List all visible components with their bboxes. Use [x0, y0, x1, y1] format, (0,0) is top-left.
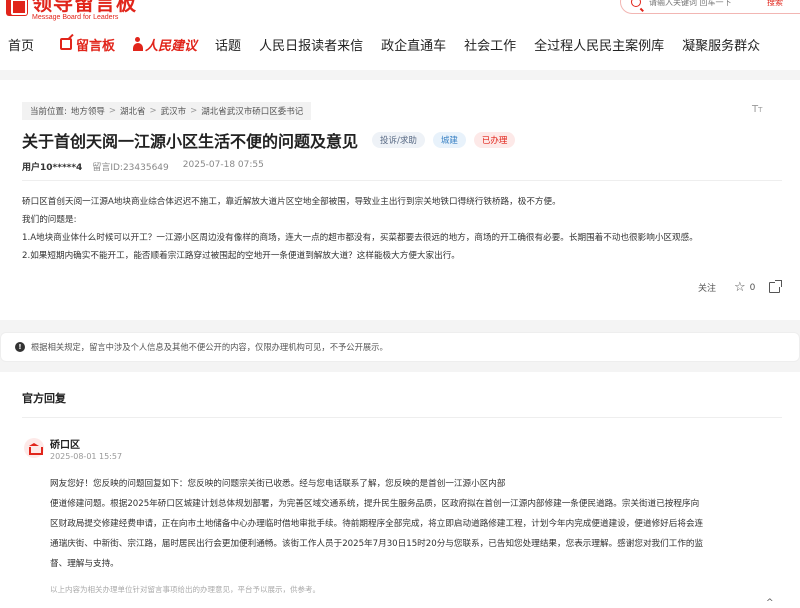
- nav-democracy-cases[interactable]: 全过程人民民主案例库: [534, 35, 664, 54]
- search-input[interactable]: [649, 0, 759, 7]
- nav-democracy-cases-label: 全过程人民民主案例库: [534, 38, 665, 54]
- breadcrumb-separator: >: [149, 106, 157, 116]
- nav-topics[interactable]: 话题: [215, 35, 241, 54]
- breadcrumb-item[interactable]: 湖北省武汉市硚口区委书记: [201, 105, 303, 117]
- nav-social-work-label: 社会工作: [464, 38, 517, 54]
- message-time: 2025-07-18 07:55: [182, 160, 264, 170]
- user-id: 用户10*****4: [22, 163, 83, 173]
- divider: [22, 417, 782, 418]
- nav-serve-masses[interactable]: 凝聚服务群众: [682, 35, 760, 54]
- follow-button[interactable]: 关注: [698, 281, 716, 294]
- nav-readers-letters-label: 人民日报读者来信: [259, 38, 364, 54]
- status-badge: 已办理: [473, 132, 516, 148]
- message-actions: 关注 ☆ 0: [698, 280, 783, 295]
- reply-heading: 官方回复: [22, 392, 66, 405]
- nav-people-suggestion-label: 人民建议: [145, 38, 198, 54]
- search-icon: [631, 0, 641, 7]
- content-paragraph: 硚口区首创天阅一江源A地块商业综合体迟迟不施工，靠近解放大道片区空地全部被围，导…: [22, 197, 561, 207]
- privacy-notice: ! 根据相关规定，留言中涉及个人信息及其他不便公开的内容，仅限办理机构可见，不予…: [0, 332, 800, 362]
- title-row: 关于首创天阅一江源小区生活不便的问题及意见 投诉/求助 城建 已办理: [22, 128, 516, 152]
- nav-message-board-label: 留言板: [76, 38, 116, 54]
- message-meta: 用户10*****4 留言ID:23435649 2025-07-18 07:5…: [22, 160, 264, 173]
- message-type-tag: 投诉/求助: [372, 132, 425, 148]
- person-icon: [133, 37, 144, 51]
- logo-subtitle: Message Board for Leaders: [32, 14, 119, 21]
- breadcrumb-separator: >: [190, 106, 198, 116]
- breadcrumb-item[interactable]: 湖北省: [120, 105, 146, 117]
- info-icon: !: [15, 342, 25, 352]
- star-icon[interactable]: ☆: [734, 280, 746, 295]
- government-building-icon: [24, 438, 44, 458]
- breadcrumb: 当前位置: 地方领导 > 湖北省 > 武汉市 > 湖北省武汉市硚口区委书记: [22, 102, 312, 120]
- reply-footnote: 以上内容为相关办理单位针对留言事项给出的办理意见，平台予以展示，供参考。: [50, 585, 320, 594]
- site-logo[interactable]: 领导留言板 Message Board for Leaders: [6, 0, 137, 22]
- message-title: 关于首创天阅一江源小区生活不便的问题及意见: [22, 132, 359, 151]
- scroll-top-icon[interactable]: ^: [766, 598, 774, 608]
- font-size-icon[interactable]: TT: [752, 104, 762, 115]
- reply-time: 2025-08-01 15:57: [50, 452, 123, 461]
- nav-message-board[interactable]: 留言板: [60, 35, 115, 54]
- star-count: 0: [749, 282, 756, 293]
- search-button[interactable]: 搜索: [767, 0, 783, 8]
- nav-serve-masses-label: 凝聚服务群众: [682, 38, 761, 54]
- reply-line: 区财政局提交修建经费申请，正在向市土地储备中心办理临时借地审批手续。待前期程序全…: [50, 519, 704, 529]
- official-reply-card: 官方回复 硚口区 2025-08-01 15:57 网友您好！您反映的问题回复如…: [0, 372, 800, 608]
- message-id: 留言ID:23435649: [92, 163, 169, 173]
- nav-gov-enterprise[interactable]: 政企直通车: [381, 35, 446, 54]
- breadcrumb-item[interactable]: 地方领导: [71, 105, 105, 117]
- content-paragraph: 我们的问题是:: [22, 215, 77, 225]
- share-icon[interactable]: [769, 280, 783, 293]
- search-box: 搜索: [620, 0, 800, 14]
- main-nav: 首页 留言板 人民建议 话题 人民日报读者来信 政企直通车 社会工作 全过程人民…: [0, 30, 778, 58]
- nav-social-work[interactable]: 社会工作: [464, 35, 516, 54]
- reply-line: 便道修建问题。根据2025年硚口区城建计划总体规划部署，为完善区域交通系统，提升…: [50, 499, 700, 509]
- nav-home-label: 首页: [8, 38, 35, 54]
- reply-line: 通瑞庆街、中新街、宗江路，届时居民出行会更加便利通畅。该街工作人员于2025年7…: [50, 539, 704, 549]
- logo-text: 领导留言板 Message Board for Leaders: [32, 0, 137, 22]
- reply-body: 网友您好！您反映的问题回复如下：您反映的问题宗关街已收悉。经与您电话联系了解，您…: [50, 474, 790, 574]
- message-field-tag: 城建: [432, 132, 466, 148]
- nav-gov-enterprise-label: 政企直通车: [381, 38, 447, 54]
- top-header: 领导留言板 Message Board for Leaders 搜索 首页 留言…: [0, 0, 800, 70]
- logo-title: 领导留言板: [32, 0, 137, 15]
- breadcrumb-prefix: 当前位置:: [30, 107, 67, 117]
- message-content: 硚口区首创天阅一江源A地块商业综合体迟迟不施工，靠近解放大道片区空地全部被围，导…: [22, 193, 792, 265]
- content-paragraph: 1.A地块商业体什么时候可以开工？一江源小区周边没有像样的商场，连大一点的超市都…: [22, 233, 698, 243]
- divider: [22, 180, 782, 181]
- reply-org-name: 硚口区: [50, 440, 80, 451]
- reply-line: 网友您好！您反映的问题回复如下：您反映的问题宗关街已收悉。经与您电话联系了解，您…: [50, 479, 506, 489]
- nav-topics-label: 话题: [215, 38, 242, 54]
- notice-text: 根据相关规定，留言中涉及个人信息及其他不便公开的内容，仅限办理机构可见，不予公开…: [31, 342, 388, 352]
- logo-mark-icon: [6, 0, 28, 16]
- message-card: 当前位置: 地方领导 > 湖北省 > 武汉市 > 湖北省武汉市硚口区委书记 TT…: [0, 80, 800, 320]
- nav-people-suggestion[interactable]: 人民建议: [133, 35, 197, 54]
- edit-icon: [60, 38, 73, 50]
- reply-line: 督、理解与支持。: [50, 559, 119, 569]
- nav-home[interactable]: 首页: [8, 35, 34, 54]
- content-paragraph: 2.如果短期内确实不能开工，能否顺着宗江路穿过被围起的空地开一条便道到解放大道？…: [22, 251, 460, 261]
- nav-readers-letters[interactable]: 人民日报读者来信: [259, 35, 363, 54]
- breadcrumb-separator: >: [108, 106, 117, 116]
- breadcrumb-item[interactable]: 武汉市: [161, 105, 187, 117]
